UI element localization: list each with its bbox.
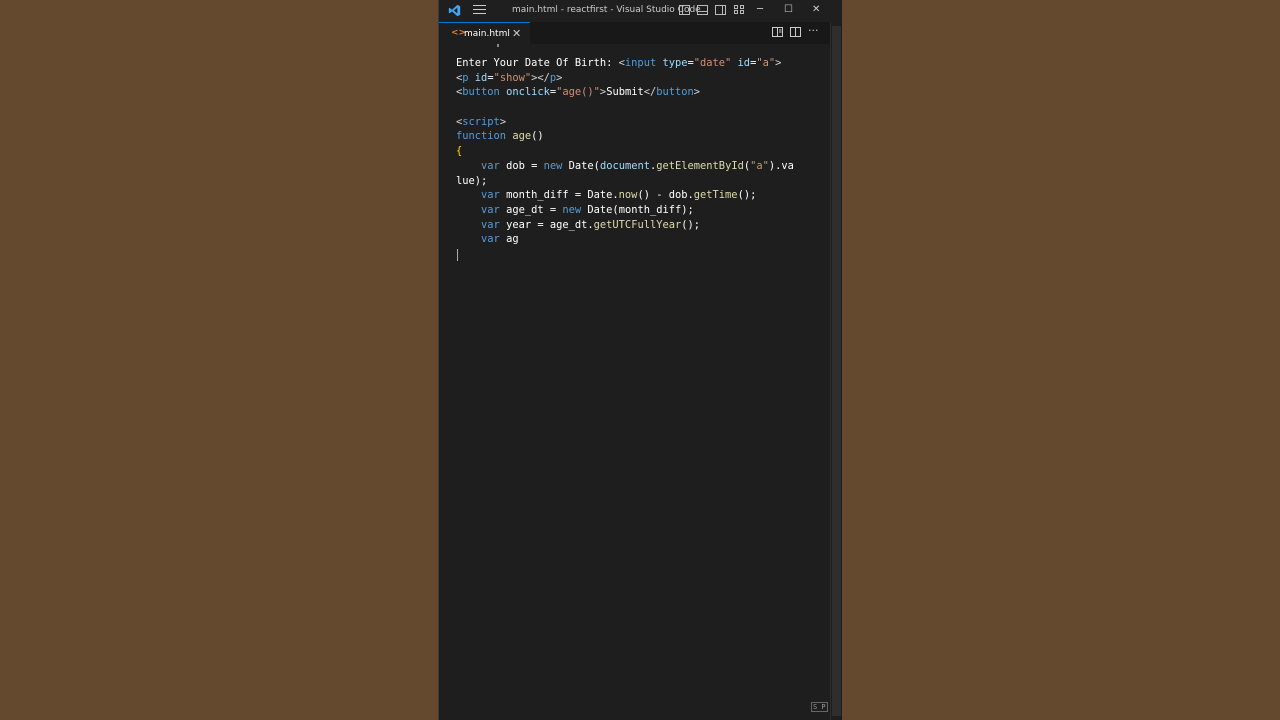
code-token: > [775, 57, 782, 69]
code-line[interactable]: var year = age_dt.getUTCFullYear(); [456, 218, 794, 233]
code-token: button [656, 86, 694, 99]
toggle-secondary-sidebar-icon[interactable] [715, 5, 726, 15]
code-token: Date( [562, 159, 600, 172]
code-token: script [462, 115, 500, 128]
code-line[interactable]: { [456, 144, 794, 159]
code-token: { [456, 145, 463, 158]
code-token: ).va [768, 159, 794, 172]
toggle-panel-icon[interactable] [697, 5, 708, 15]
code-token: () - dob. [637, 189, 694, 202]
code-token: "show" [493, 71, 532, 84]
code-token: Date(month_diff); [581, 203, 694, 216]
code-token: Submit [606, 86, 644, 99]
code-token: var [481, 189, 500, 202]
code-line[interactable]: <p id="show"></p> [456, 71, 794, 86]
code-token: id [468, 71, 488, 84]
window-title: main.html - reactfirst - Visual Studio C… [512, 5, 701, 15]
code-token: document [599, 159, 650, 172]
code-editor[interactable]: Enter Your Date Of Birth: <input type="d… [439, 44, 830, 720]
code-token: lue); [456, 174, 488, 187]
open-preview-icon[interactable] [772, 27, 783, 37]
code-line[interactable]: var month_diff = Date.now() - dob.getTim… [456, 188, 794, 203]
split-editor-icon[interactable] [790, 27, 801, 37]
vscode-window: main.html - reactfirst - Visual Studio C… [438, 0, 842, 720]
code-token: ></ [531, 71, 550, 84]
vertical-scrollbar[interactable] [830, 22, 842, 720]
code-token: "a" [750, 159, 769, 172]
code-line[interactable]: var age_dt = new Date(month_diff); [456, 203, 794, 218]
code-token: > [499, 115, 507, 128]
customize-layout-icon[interactable] [734, 5, 745, 15]
code-token: "date" [693, 57, 732, 69]
code-token: () [531, 130, 544, 143]
code-token: input [624, 57, 657, 69]
code-content[interactable]: Enter Your Date Of Birth: <input type="d… [456, 56, 794, 247]
code-token: var [481, 159, 500, 172]
code-token: id [731, 57, 751, 69]
text-cursor [457, 249, 458, 261]
title-bar: main.html - reactfirst - Visual Studio C… [439, 0, 842, 22]
code-line[interactable]: lue); [456, 174, 794, 189]
code-token: button [462, 86, 500, 99]
code-token: onclick [499, 86, 550, 99]
code-token: ag [499, 233, 519, 246]
code-token: new [543, 159, 563, 172]
minimize-button[interactable]: ─ [757, 4, 763, 16]
code-token: "a" [756, 57, 776, 69]
code-token: var [481, 218, 500, 231]
code-line[interactable]: function age() [456, 129, 794, 144]
code-line[interactable]: Enter Your Date Of Birth: <input type="d… [456, 56, 794, 71]
code-token: year = age_dt. [499, 218, 594, 231]
code-line[interactable]: var ag [456, 232, 794, 247]
code-token: new [562, 203, 582, 216]
scrolled-code-fragment [497, 44, 499, 47]
overlay-badge: S P [811, 702, 828, 712]
code-line[interactable] [456, 100, 794, 115]
code-token: > [693, 86, 701, 99]
scrollbar-thumb[interactable] [832, 26, 841, 716]
tab-label: main.html [464, 29, 510, 39]
code-token: getElementById [656, 159, 744, 172]
code-token: var [481, 203, 500, 216]
code-token: var [481, 233, 500, 246]
code-token: </ [643, 86, 657, 99]
code-token: age [512, 130, 532, 143]
code-token: > [556, 71, 563, 84]
close-tab-icon[interactable]: ✕ [512, 27, 521, 40]
code-line[interactable]: var dob = new Date(document.getElementBy… [456, 159, 794, 174]
code-token: Enter Your Date Of Birth: [456, 57, 619, 69]
more-actions-icon[interactable]: ··· [808, 24, 819, 37]
code-token: "age()" [556, 86, 600, 99]
vscode-logo-icon[interactable] [448, 4, 461, 17]
code-token: age_dt = [499, 203, 563, 216]
code-token: (); [681, 218, 701, 231]
tab-main-html[interactable]: <> main.html ✕ [439, 22, 530, 44]
code-token: now [618, 189, 638, 202]
toggle-primary-sidebar-icon[interactable] [679, 5, 690, 15]
maximize-button[interactable]: ☐ [784, 4, 793, 16]
code-token: getUTCFullYear [593, 218, 682, 231]
code-token: dob = [499, 159, 544, 172]
code-line[interactable]: <button onclick="age()">Submit</button> [456, 85, 794, 100]
code-token: function [456, 130, 507, 143]
code-token: month_diff = Date. [499, 189, 619, 202]
code-token: (); [737, 189, 757, 202]
code-token: type [656, 57, 688, 69]
close-window-button[interactable]: ✕ [812, 4, 820, 16]
hamburger-menu-icon[interactable] [473, 5, 486, 16]
code-token: getTime [693, 189, 738, 202]
code-line[interactable]: <script> [456, 115, 794, 130]
